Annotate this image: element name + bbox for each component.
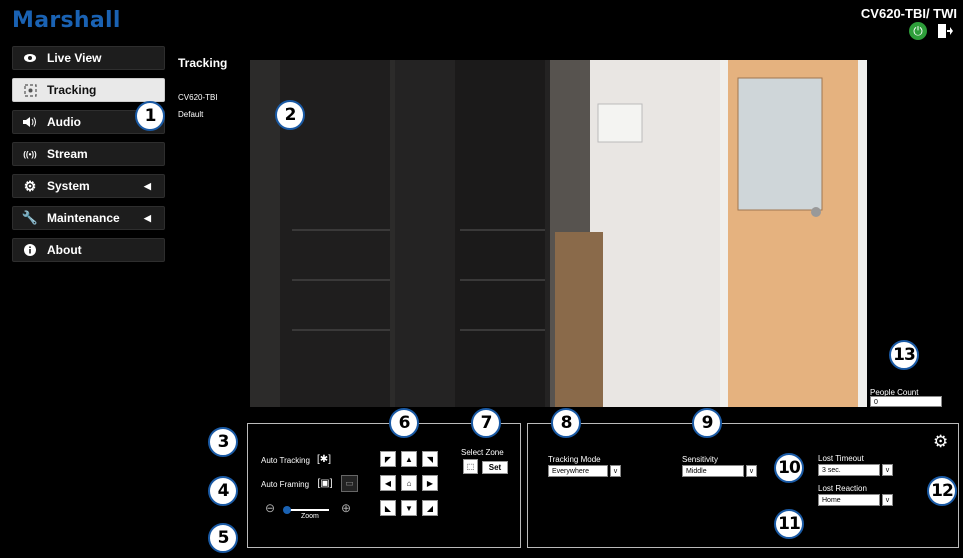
tracking-mode-label: Tracking Mode <box>548 455 601 464</box>
sidebar-item-maintenance[interactable]: 🔧 Maintenance ◀ <box>12 206 165 230</box>
arrow-up-left-icon: ◤ <box>384 454 392 464</box>
tracking-icon <box>13 83 47 97</box>
zoom-slider[interactable]: ⊖ ⊕ Zoom <box>265 501 360 521</box>
group-frame-icon: [▣] <box>317 478 333 489</box>
sidebar-item-system[interactable]: ⚙ System ◀ <box>12 174 165 198</box>
pan-up-left-button[interactable]: ◤ <box>380 451 396 467</box>
callout-5: 5 <box>208 523 238 553</box>
arrow-right-icon: ▶ <box>426 478 434 488</box>
power-button[interactable]: ⏻ <box>909 22 927 40</box>
pan-up-button[interactable]: ▲ <box>401 451 417 467</box>
pan-right-button[interactable]: ▶ <box>422 475 438 491</box>
auto-framing-button[interactable]: [▣] <box>315 476 335 491</box>
zoom-handle[interactable] <box>283 506 291 514</box>
video-preview[interactable] <box>250 60 867 407</box>
sidebar-item-label: Maintenance <box>47 211 120 225</box>
callout-12: 12 <box>927 476 957 506</box>
gear-icon: ⚙ <box>23 177 37 194</box>
camera-name: CV620-TBI <box>178 93 218 102</box>
home-icon: ⌂ <box>406 478 412 488</box>
chevron-down-icon[interactable]: v <box>882 494 893 506</box>
zoom-track <box>285 509 329 511</box>
info-icon <box>13 244 47 256</box>
sidebar-item-live-view[interactable]: Live View <box>12 46 165 70</box>
callout-3: 3 <box>208 427 238 457</box>
pan-left-button[interactable]: ◀ <box>380 475 396 491</box>
broadcast-icon: ((•)) <box>23 149 37 159</box>
sidebar-item-about[interactable]: About <box>12 238 165 262</box>
sidebar-item-label: Tracking <box>47 83 97 97</box>
people-count-field: 0 <box>870 396 942 407</box>
lost-timeout-label: Lost Timeout <box>818 454 864 463</box>
callout-9: 9 <box>692 408 722 438</box>
callout-8: 8 <box>551 408 581 438</box>
logout-icon <box>938 24 953 38</box>
lost-reaction-label: Lost Reaction <box>818 484 867 493</box>
camera-feed-image <box>250 60 867 407</box>
zoom-label: Zoom <box>301 513 319 520</box>
cursor-select-icon: ⬚ <box>466 462 475 471</box>
select-zone-button[interactable]: ⬚ <box>463 459 478 474</box>
arrow-up-right-icon: ◥ <box>426 454 434 464</box>
callout-6: 6 <box>389 408 419 438</box>
settings-gear-icon[interactable]: ⚙ <box>933 432 948 452</box>
arrow-down-left-icon: ◣ <box>384 503 392 513</box>
frame-icon: ▭ <box>345 478 354 488</box>
sidebar-item-label: About <box>47 243 82 257</box>
arrow-down-icon: ▼ <box>405 503 413 513</box>
sidebar-item-label: Stream <box>47 147 88 161</box>
sidebar-item-label: System <box>47 179 90 193</box>
logout-button[interactable] <box>936 22 954 40</box>
callout-7: 7 <box>471 408 501 438</box>
tracking-page: Marshall CV620-TBI/ TWI ⏻ Live View Trac… <box>0 0 963 558</box>
marshall-logo: Marshall <box>12 8 121 33</box>
pan-down-button[interactable]: ▼ <box>401 500 417 516</box>
sensitivity-label: Sensitivity <box>682 455 719 464</box>
callout-10: 10 <box>774 453 804 483</box>
chevron-left-icon: ◀ <box>144 212 151 223</box>
chevron-down-icon[interactable]: v <box>610 465 621 477</box>
power-icon: ⏻ <box>913 23 923 38</box>
pan-down-right-button[interactable]: ◢ <box>422 500 438 516</box>
framing-mode-button[interactable]: ▭ <box>341 475 358 492</box>
sidebar-item-stream[interactable]: ((•)) Stream <box>12 142 165 166</box>
arrow-up-icon: ▲ <box>405 454 413 464</box>
arrow-down-right-icon: ◢ <box>426 503 434 513</box>
zoom-out-icon: ⊖ <box>265 501 276 515</box>
arrow-left-icon: ◀ <box>384 478 392 488</box>
camera-model-title: CV620-TBI/ TWI <box>860 6 957 21</box>
lost-timeout-select[interactable]: 3 sec. <box>818 464 880 476</box>
auto-tracking-label: Auto Tracking <box>261 456 310 465</box>
callout-11: 11 <box>774 509 804 539</box>
page-title: Tracking <box>178 56 228 70</box>
auto-framing-label: Auto Framing <box>261 480 310 489</box>
chevron-down-icon[interactable]: v <box>882 464 893 476</box>
zoom-in-icon: ⊕ <box>341 501 352 515</box>
chevron-left-icon: ◀ <box>144 180 151 191</box>
chevron-down-icon[interactable]: v <box>746 465 757 477</box>
preset-name: Default <box>178 110 204 119</box>
set-zone-button[interactable]: Set <box>482 461 508 474</box>
callout-4: 4 <box>208 476 238 506</box>
eye-icon <box>13 54 47 62</box>
auto-tracking-button[interactable]: [✱] <box>315 452 333 467</box>
tracking-mode-select[interactable]: Everywhere <box>548 465 608 477</box>
person-target-icon: [✱] <box>317 454 331 465</box>
callout-2: 2 <box>275 100 305 130</box>
callout-1: 1 <box>135 101 165 131</box>
sidebar-item-tracking[interactable]: Tracking <box>12 78 165 102</box>
tracking-settings-panel <box>527 423 959 548</box>
sidebar-item-label: Live View <box>47 51 102 65</box>
lost-reaction-select[interactable]: Home <box>818 494 880 506</box>
pan-up-right-button[interactable]: ◥ <box>422 451 438 467</box>
callout-13: 13 <box>889 340 919 370</box>
speaker-icon <box>13 117 47 127</box>
pan-down-left-button[interactable]: ◣ <box>380 500 396 516</box>
sensitivity-select[interactable]: Middle <box>682 465 744 477</box>
select-zone-label: Select Zone <box>461 448 504 457</box>
wrench-icon: 🔧 <box>21 210 39 225</box>
home-button[interactable]: ⌂ <box>401 475 417 491</box>
